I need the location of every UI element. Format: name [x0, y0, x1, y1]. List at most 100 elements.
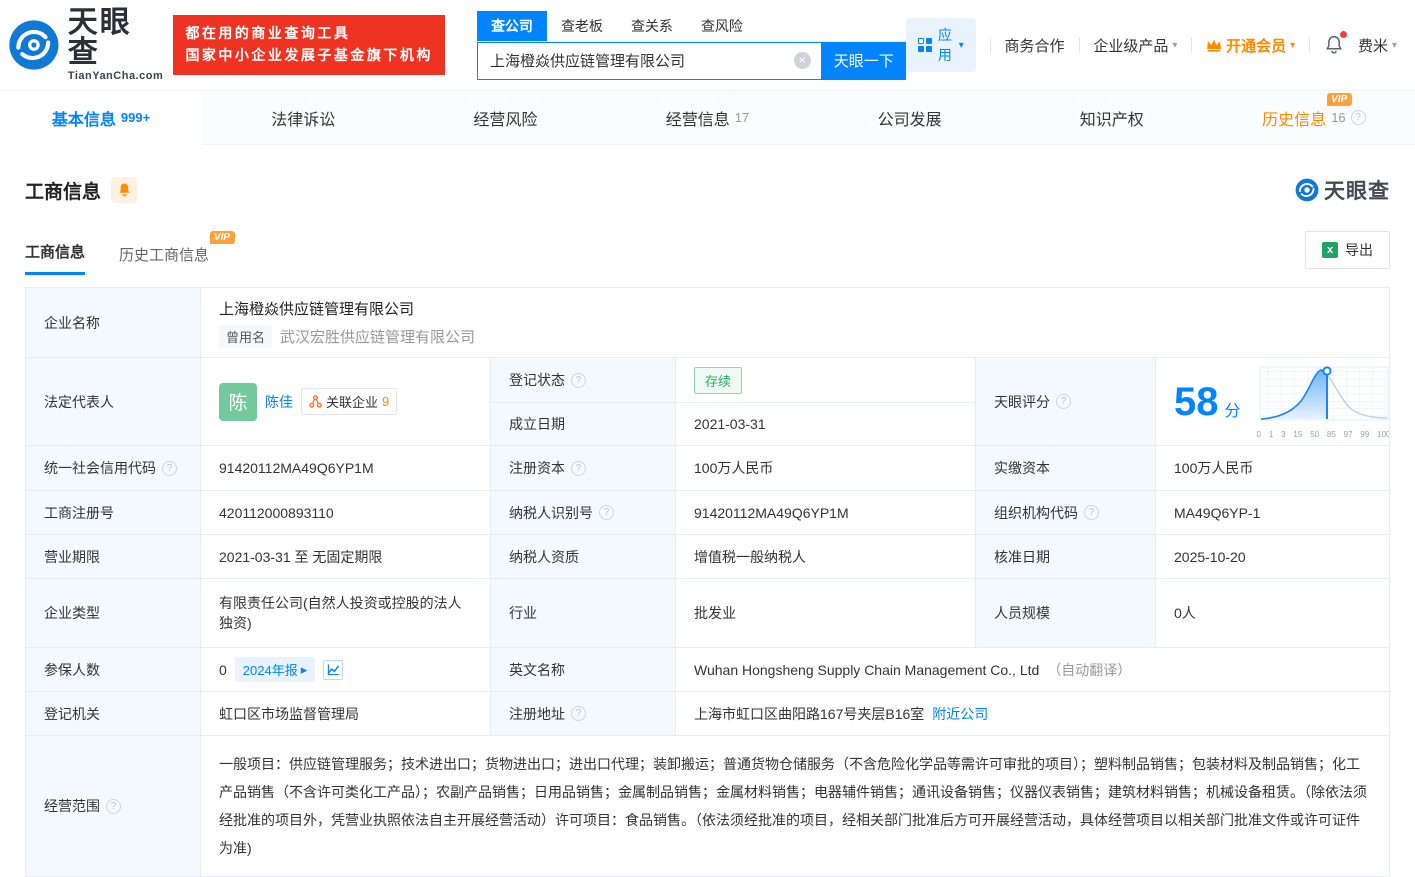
legal-rep-name-link[interactable]: 陈佳 [265, 392, 293, 412]
tianyancha-logo[interactable]: 天眼查 TianYanCha.com [8, 8, 163, 82]
legal-rep-cell: 陈 陈佳 关联企业 9 [201, 358, 491, 446]
subtab-business-info[interactable]: 工商信息 [25, 241, 85, 275]
help-icon[interactable]: ? [162, 461, 177, 476]
user-menu[interactable]: 费米 ▾ [1358, 35, 1397, 56]
field-label: 英文名称 [491, 648, 676, 692]
crown-icon [1206, 38, 1222, 52]
network-icon [309, 395, 322, 408]
tianyancha-logo-icon [8, 19, 60, 71]
top-header: 天眼查 TianYanCha.com 都在用的商业查询工具 国家中小企业发展子基… [0, 0, 1415, 90]
trend-chart-icon[interactable] [323, 660, 343, 680]
insured-count-cell: 0 2024年报 ▸ [201, 648, 491, 692]
export-label: 导出 [1345, 240, 1373, 260]
help-icon[interactable]: ? [571, 706, 586, 721]
nav-enterprise[interactable]: 企业级产品 ▾ [1093, 35, 1177, 56]
section-header: 工商信息 天眼查 [25, 145, 1390, 205]
chevron-down-icon: ▾ [1392, 40, 1397, 51]
search-input[interactable] [478, 43, 821, 79]
field-label: 参保人数 [26, 648, 201, 692]
subscribe-bell-button[interactable] [111, 177, 137, 203]
apps-label: 应用 [938, 25, 953, 65]
label-text: 天眼评分 [994, 392, 1050, 412]
search-tab-company[interactable]: 查公司 [477, 11, 547, 41]
english-name-cell: Wuhan Hongsheng Supply Chain Management … [676, 648, 1389, 692]
business-info-table: 企业名称 上海橙焱供应链管理有限公司 曾用名 武汉宏胜供应链管理有限公司 法定代… [25, 287, 1390, 877]
related-companies-badge[interactable]: 关联企业 9 [301, 388, 397, 415]
search-tab-boss[interactable]: 查老板 [547, 11, 617, 41]
field-label: 注册地址 ? [491, 692, 676, 736]
reg-address: 上海市虹口区曲阳路167号夹层B16室 [694, 704, 924, 724]
tab-operation-risk[interactable]: 经营风险 [404, 91, 606, 144]
reg-capital-cell: 100万人民币 [676, 446, 976, 491]
subtab-history-business-info[interactable]: 历史工商信息 VIP [119, 244, 209, 275]
score-cell: 58 分 [1156, 358, 1389, 446]
related-count: 9 [382, 394, 389, 409]
business-scope-cell: 一般项目：供应链管理服务；技术进出口；货物进出口；进出口代理；装卸搬运；普通货物… [201, 736, 1389, 877]
reg-authority-cell: 虹口区市场监督管理局 [201, 692, 491, 736]
arrow-right-icon: ▸ [301, 662, 308, 678]
field-label: 注册资本 ? [491, 446, 676, 491]
main-content: 工商信息 天眼查 工商信息 历史工商信息 V [0, 145, 1415, 877]
tab-count: 17 [735, 110, 749, 125]
field-label: 组织机构代码 ? [976, 491, 1156, 535]
field-label: 企业名称 [26, 288, 201, 358]
vip-badge: VIP [210, 231, 235, 244]
apps-grid-icon [918, 38, 932, 52]
field-label: 成立日期 [491, 403, 676, 446]
auto-translate-note: （自动翻译） [1047, 660, 1131, 680]
help-icon[interactable]: ? [1084, 505, 1099, 520]
paid-capital-cell: 100万人民币 [1156, 446, 1389, 491]
help-icon[interactable]: ? [1351, 110, 1366, 125]
tab-label: 历史信息 [1262, 112, 1326, 129]
apps-menu[interactable]: 应用 ▾ [906, 18, 976, 72]
divider [1309, 37, 1310, 53]
section-title: 工商信息 [25, 177, 101, 204]
tab-basic-info[interactable]: 基本信息 999+ [0, 91, 202, 145]
label-text: 注册地址 [509, 704, 565, 724]
help-icon[interactable]: ? [599, 505, 614, 520]
help-icon[interactable]: ? [1056, 394, 1071, 409]
search-bar: × 天眼一下 [477, 42, 906, 80]
field-label: 天眼评分 ? [976, 358, 1156, 446]
related-label: 关联企业 [326, 392, 378, 411]
company-name-cell: 上海橙焱供应链管理有限公司 曾用名 武汉宏胜供应链管理有限公司 [201, 288, 1389, 358]
nav-cooperation[interactable]: 商务合作 [1005, 35, 1065, 56]
former-name-tag: 曾用名 [219, 325, 272, 348]
search-tab-risk[interactable]: 查风险 [687, 11, 757, 41]
tab-history-info[interactable]: 历史信息 VIP 16 ? [1213, 91, 1415, 144]
help-icon[interactable]: ? [106, 799, 121, 814]
status-badge: 存续 [694, 367, 742, 394]
search-submit-button[interactable]: 天眼一下 [822, 42, 906, 80]
tab-label: 基本信息 [52, 106, 116, 130]
help-icon[interactable]: ? [571, 373, 586, 388]
staff-size-cell: 0人 [1156, 579, 1389, 648]
search-tabs: 查公司 查老板 查关系 查风险 [477, 11, 906, 42]
help-icon[interactable]: ? [571, 461, 586, 476]
notifications-bell[interactable] [1324, 34, 1344, 56]
search-area: 查公司 查老板 查关系 查风险 × 天眼一下 [477, 11, 906, 80]
bell-icon [117, 182, 132, 198]
tab-count: 999+ [121, 110, 150, 125]
legal-rep-avatar[interactable]: 陈 [219, 383, 257, 421]
tab-company-development[interactable]: 公司发展 [809, 91, 1011, 144]
tianyancha-logo-icon [1295, 178, 1319, 202]
tab-intellectual-property[interactable]: 知识产权 [1011, 91, 1213, 144]
credit-code-cell: 91420112MA49Q6YP1M [201, 446, 491, 491]
org-code-cell: MA49Q6YP-1 [1156, 491, 1389, 535]
excel-icon: x [1322, 242, 1338, 258]
tab-legal[interactable]: 法律诉讼 [202, 91, 404, 144]
tab-business-info[interactable]: 经营信息 17 [606, 91, 808, 144]
divider [1079, 37, 1080, 53]
label-text: 组织机构代码 [994, 503, 1078, 523]
annual-report-badge[interactable]: 2024年报 ▸ [235, 657, 315, 682]
report-label: 2024年报 [243, 660, 298, 679]
nearby-companies-link[interactable]: 附近公司 [932, 704, 988, 724]
nav-open-vip[interactable]: 开通会员 ▾ [1206, 35, 1295, 56]
field-label: 行业 [491, 579, 676, 648]
export-button[interactable]: x 导出 [1305, 231, 1390, 269]
tab-label: 经营信息 [666, 106, 730, 130]
search-tab-relation[interactable]: 查关系 [617, 11, 687, 41]
field-label: 企业类型 [26, 579, 201, 648]
field-label: 登记机关 [26, 692, 201, 736]
clear-search-icon[interactable]: × [794, 52, 811, 69]
